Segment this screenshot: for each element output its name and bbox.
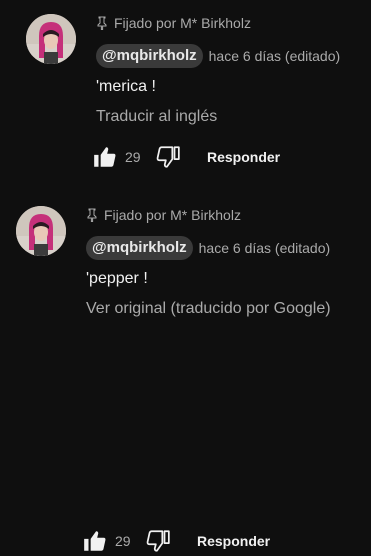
avatar-image [26,14,76,64]
author-row: @mqbirkholz hace 6 días (editado) [96,44,340,68]
comment-text: 'pepper ! [86,270,148,287]
thumbs-up-icon [94,147,116,167]
avatar[interactable] [16,206,66,256]
author-row: @mqbirkholz hace 6 días (editado) [86,236,331,260]
like-button[interactable] [92,144,118,170]
comment-body: Fijado por M* Birkholz @mqbirkholz hace … [96,14,340,127]
pin-icon [97,16,107,30]
comment-body: Fijado por M* Birkholz @mqbirkholz hace … [86,206,331,319]
thumbs-down-icon [156,146,180,168]
dislike-button[interactable] [155,144,181,170]
comment-actions: 29 Responder [82,526,270,556]
pinned-row: Fijado por M* Birkholz [86,206,331,224]
comment-actions: 29 Responder [92,142,280,172]
like-button[interactable] [82,528,108,554]
pinned-row: Fijado por M* Birkholz [96,14,340,32]
pinned-label: Fijado por M* Birkholz [104,207,241,223]
thumbs-down-icon [146,530,170,552]
comment-text: 'merica ! [96,78,156,95]
translate-link[interactable]: Traducir al inglés [96,107,340,127]
reply-button[interactable]: Responder [197,533,270,549]
author-handle[interactable]: @mqbirkholz [86,236,193,260]
reply-button[interactable]: Responder [207,149,280,165]
like-count: 29 [115,533,131,549]
author-handle[interactable]: @mqbirkholz [96,44,203,68]
translate-link[interactable]: Ver original (traducido por Google) [86,299,331,319]
thumbs-up-icon [84,531,106,551]
dislike-button[interactable] [145,528,171,554]
pin-icon [87,208,97,222]
avatar[interactable] [26,14,76,64]
timestamp[interactable]: hace 6 días (editado) [199,240,331,256]
pinned-label: Fijado por M* Birkholz [114,15,251,31]
avatar-image [16,206,66,256]
timestamp[interactable]: hace 6 días (editado) [209,48,341,64]
like-count: 29 [125,149,141,165]
